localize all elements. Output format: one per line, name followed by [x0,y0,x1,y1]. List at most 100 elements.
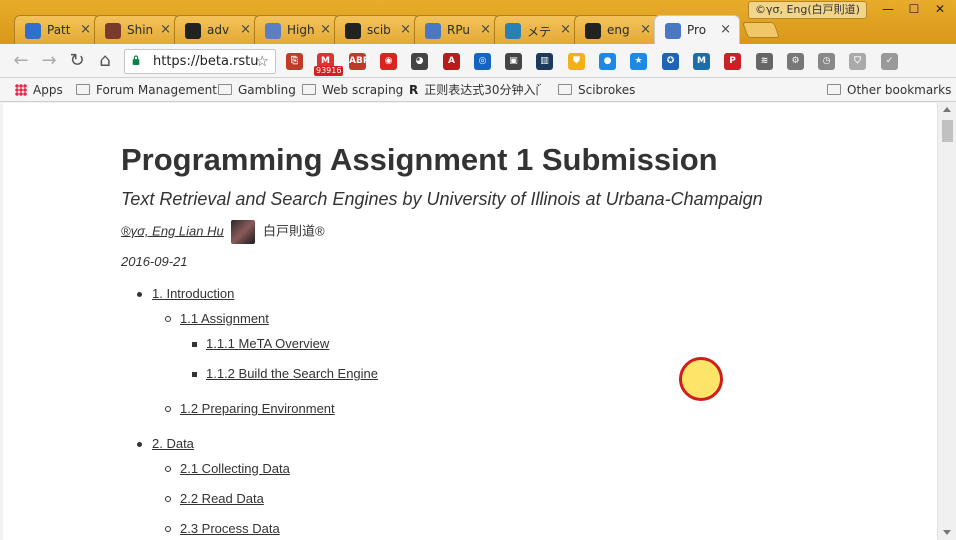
toc-bullet [137,292,142,297]
shield-icon[interactable]: ⛊ [568,53,585,70]
rstudio-icon [425,23,441,39]
tab-strip: Patt × Shin × adv × High × scib × RPu × メテ × eng × Pro × [14,15,794,45]
tab-close-icon[interactable]: × [80,22,91,37]
bookmark-other-bookmarks[interactable]: Other bookmarks [827,82,951,98]
author-suffix: 白戸則道® [262,223,325,239]
vpn-icon[interactable]: ◎ [474,53,491,70]
bookmark-regex-tutorial[interactable]: R 正则表达式30分钟入门 [409,82,541,98]
vertical-scrollbar[interactable] [937,103,956,540]
tab-7[interactable]: eng × [574,15,660,44]
drop-icon[interactable]: ● [599,53,616,70]
cursor-highlight [679,357,723,401]
tab-5[interactable]: RPu × [414,15,500,44]
toc-item[interactable]: 2.1 Collecting Data [180,461,290,476]
tab-label: scib [367,23,391,37]
bookmark-label: Gambling [238,83,296,97]
bookmark-folder-gambling[interactable]: Gambling [218,82,296,98]
toc-link[interactable]: 1.1 Assignment [180,311,269,326]
toc-link[interactable]: 2.2 Read Data [180,491,264,506]
toc-link[interactable]: 2.1 Collecting Data [180,461,290,476]
tab-8[interactable]: Pro × [654,15,740,45]
new-tab-button[interactable] [742,22,780,38]
badge-icon[interactable]: ✪ [662,53,679,70]
toc-item[interactable]: 1.2 Preparing Environment [180,401,335,416]
clock-icon[interactable]: ◷ [818,53,835,70]
tab-label: RPu [447,23,470,37]
reload-button[interactable]: ↻ [66,50,88,72]
feed-icon[interactable]: ≋ [756,53,773,70]
pinterest-icon[interactable]: P [724,53,741,70]
github-icon [585,23,601,39]
toc-link[interactable]: 1.1.1 MeTA Overview [206,336,329,351]
bookmark-folder-forum-management[interactable]: Forum Management [76,82,217,98]
tab-0[interactable]: Patt × [14,15,100,44]
toc-item[interactable]: 1. Introduction [152,286,234,301]
tab-close-icon[interactable]: × [400,22,411,37]
bookmark-icon[interactable]: ⎘ [286,53,303,70]
toc-item[interactable]: 1.1 Assignment [180,311,269,326]
scroll-down-arrow-icon[interactable] [943,530,951,535]
bookmark-folder-scibrokes[interactable]: Scibrokes [558,82,635,98]
page-content: Programming Assignment 1 Submission Text… [3,103,937,540]
toc-item[interactable]: 2.2 Read Data [180,491,264,506]
toc-link[interactable]: 2. Data [152,436,194,451]
scroll-up-arrow-icon[interactable] [943,107,951,112]
bookmark-label: Web scraping [322,83,404,97]
toc-item[interactable]: 1.1.2 Build the Search Engine [206,366,378,381]
toc-link[interactable]: 1.2 Preparing Environment [180,401,335,416]
gear-ext-icon[interactable]: ⚙ [787,53,804,70]
tab-2[interactable]: adv × [174,15,260,44]
tab-close-icon[interactable]: × [640,22,651,37]
tab-6[interactable]: メテ × [494,15,580,44]
tab-close-icon[interactable]: × [720,22,731,37]
tab-label: High [287,23,315,37]
toc-bullet [165,526,171,532]
tab-4[interactable]: scib × [334,15,420,44]
privacy-icon[interactable]: ◉ [380,53,397,70]
minimize-button[interactable]: — [875,0,901,18]
toc-bullet [137,442,142,447]
tab-1[interactable]: Shin × [94,15,180,44]
tab-3[interactable]: High × [254,15,340,44]
toc-item[interactable]: 2. Data [152,436,194,451]
toc-item[interactable]: 2.3 Process Data [180,521,280,536]
tab-close-icon[interactable]: × [480,22,491,37]
shield-gray-icon[interactable]: ⛉ [849,53,866,70]
rstudio-icon [665,23,681,39]
home-button[interactable]: ⌂ [94,50,116,72]
stats-icon[interactable]: ▥ [536,53,553,70]
author-link[interactable]: ®γσ, Eng Lian Hu [121,223,224,238]
folder-icon [558,84,572,95]
maximize-button[interactable]: ☐ [901,0,927,18]
bookmark-apps[interactable]: Apps [15,82,63,98]
tab-close-icon[interactable]: × [240,22,251,37]
address-bar[interactable]: https://beta.rstu ☆ [124,49,276,74]
camera-icon[interactable]: ▣ [505,53,522,70]
scroll-thumb[interactable] [942,120,953,142]
back-button[interactable]: ← [10,50,32,72]
toc-link[interactable]: 1.1.2 Build the Search Engine [206,366,378,381]
toc-item[interactable]: 1.1.1 MeTA Overview [206,336,329,351]
adblock-icon[interactable]: ABP [349,53,369,70]
close-window-button[interactable]: ✕ [927,0,953,18]
tab-label: eng [607,23,630,37]
bookmark-folder-web-scraping[interactable]: Web scraping [302,82,403,98]
toc-link[interactable]: 1. Introduction [152,286,234,301]
forward-button[interactable]: → [38,50,60,72]
tab-close-icon[interactable]: × [160,22,171,37]
m-icon[interactable]: M [693,53,710,70]
toc-bullet [165,496,171,502]
wordpress-icon [505,23,521,39]
github-icon [345,23,361,39]
github-icon [185,23,201,39]
tab-close-icon[interactable]: × [560,22,571,37]
chart-icon [265,23,281,39]
tab-close-icon[interactable]: × [320,22,331,37]
toc-bullet [165,406,171,412]
owl-icon[interactable]: ◕ [411,53,428,70]
bookmark-star-icon[interactable]: ☆ [256,52,269,70]
star-ext-icon[interactable]: ★ [630,53,647,70]
pdf-icon[interactable]: A [443,53,460,70]
check-icon[interactable]: ✓ [881,53,898,70]
toc-link[interactable]: 2.3 Process Data [180,521,280,536]
